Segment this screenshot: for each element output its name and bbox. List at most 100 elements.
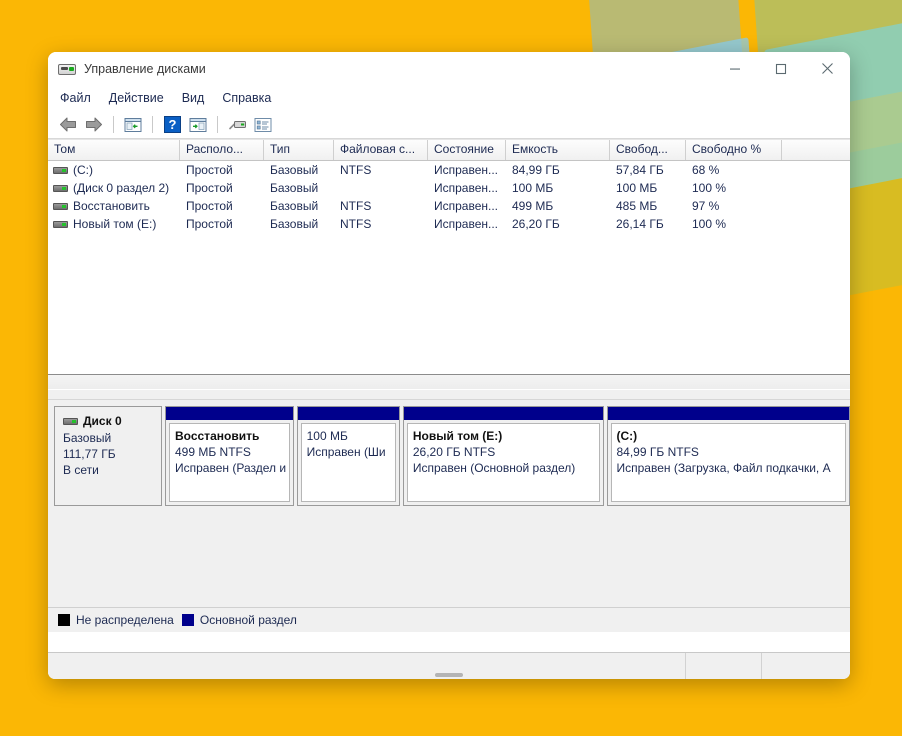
partition-c[interactable]: (C:) 84,99 ГБ NTFS Исправен (Загрузка, Ф… — [606, 406, 850, 506]
help-icon[interactable]: ? — [161, 114, 183, 135]
cell-status: Исправен... — [434, 199, 499, 213]
cell-status: Исправен... — [434, 163, 499, 177]
disk-icon — [63, 417, 78, 425]
legend-label-unallocated: Не распределена — [76, 613, 174, 627]
status-bar-pane-1 — [48, 653, 686, 679]
cell-volume-label: (C:) — [73, 163, 93, 177]
legend-swatch-primary-partition — [181, 614, 194, 626]
table-row[interactable]: Новый том (E:) Простой Базовый NTFS Испр… — [48, 215, 850, 233]
cell-capacity: 499 МБ — [512, 199, 554, 213]
disk-size: 111,77 ГБ — [63, 447, 116, 461]
window-title: Управление дисками — [84, 61, 206, 76]
table-row[interactable]: Восстановить Простой Базовый NTFS Исправ… — [48, 197, 850, 215]
volume-icon — [53, 202, 68, 210]
disk-type: Базовый — [63, 431, 112, 445]
column-header-layout[interactable]: Располо... — [180, 140, 264, 160]
menu-item-action[interactable]: Действие — [109, 91, 164, 105]
partition-size-fs: 26,20 ГБ NTFS — [412, 445, 496, 459]
minimize-button[interactable] — [712, 52, 758, 85]
cell-volume: (C:) — [48, 163, 180, 177]
cell-free-space: 57,84 ГБ — [616, 163, 664, 177]
show-hide-console-tree-icon[interactable] — [122, 114, 144, 135]
cell-capacity: 84,99 ГБ — [512, 163, 560, 177]
cell-volume-label: Восстановить — [73, 199, 150, 213]
partition-size-fs: 100 МБ — [306, 429, 348, 443]
cell-layout: Простой — [186, 217, 233, 231]
cell-free-percent: 100 % — [692, 217, 727, 231]
volume-list-horizontal-scrollbar[interactable] — [48, 374, 850, 389]
status-bar-pane-3 — [762, 653, 850, 679]
partition-color-bar — [403, 407, 603, 420]
menu-item-view[interactable]: Вид — [182, 91, 205, 105]
volume-icon — [53, 184, 68, 192]
disk-title: Диск 0 — [63, 414, 161, 428]
partition-status: Исправен (Загрузка, Файл подкачки, А — [616, 461, 831, 475]
window-controls — [712, 52, 850, 85]
column-header-volume[interactable]: Том — [48, 140, 180, 160]
column-header-capacity[interactable]: Емкость — [506, 140, 610, 160]
disk-title-label: Диск 0 — [83, 414, 122, 428]
show-hide-action-pane-icon[interactable] — [187, 114, 209, 135]
column-header-free-percent[interactable]: Свободно % — [686, 140, 782, 160]
partition-status: Исправен (Ши — [306, 445, 386, 459]
column-header-status[interactable]: Состояние — [428, 140, 506, 160]
cell-status: Исправен... — [434, 181, 499, 195]
partition-strip: Восстановить 499 МБ NTFS Исправен (Разде… — [165, 406, 850, 506]
volume-list-pane: Том Располо... Тип Файловая с... Состоян… — [48, 139, 850, 390]
cell-free-percent: 100 % — [692, 181, 727, 195]
column-header-type[interactable]: Тип — [264, 140, 334, 160]
cell-volume-label: (Диск 0 раздел 2) — [73, 181, 170, 195]
volume-icon — [53, 220, 68, 228]
cell-capacity: 26,20 ГБ — [512, 217, 560, 231]
status-bar-pane-2 — [686, 653, 762, 679]
partition-color-bar — [297, 407, 399, 420]
forward-arrow-icon[interactable] — [83, 114, 105, 135]
status-bar — [48, 652, 850, 679]
disk-row: Диск 0 Базовый 111,77 ГБ В сети Восстано… — [54, 406, 850, 506]
column-header-spacer[interactable] — [782, 140, 850, 160]
cell-status: Исправен... — [434, 217, 499, 231]
partition-new-volume-e[interactable]: Новый том (E:) 26,20 ГБ NTFS Исправен (О… — [402, 406, 604, 506]
disk-info-panel[interactable]: Диск 0 Базовый 111,77 ГБ В сети — [54, 406, 162, 506]
close-button[interactable] — [804, 52, 850, 85]
cell-volume: Новый том (E:) — [48, 217, 180, 231]
partition-recovery[interactable]: Восстановить 499 МБ NTFS Исправен (Разде… — [165, 406, 294, 506]
partition-body: (C:) 84,99 ГБ NTFS Исправен (Загрузка, Ф… — [610, 423, 846, 502]
cell-free-space: 26,14 ГБ — [616, 217, 664, 231]
disk-state: В сети — [63, 463, 99, 477]
partition-size-fs: 499 МБ NTFS — [175, 445, 251, 459]
partition-status: Исправен (Основной раздел) — [412, 461, 576, 475]
partition-label: Новый том (E:) — [412, 429, 503, 443]
back-arrow-icon[interactable] — [57, 114, 79, 135]
rescan-disks-icon[interactable] — [226, 114, 248, 135]
cell-free-space: 100 МБ — [616, 181, 658, 195]
graphical-view-pane: Диск 0 Базовый 111,77 ГБ В сети Восстано… — [48, 400, 850, 632]
cell-layout: Простой — [186, 181, 233, 195]
cell-type: Базовый — [270, 163, 319, 177]
title-bar[interactable]: Управление дисками — [48, 52, 850, 85]
maximize-button[interactable] — [758, 52, 804, 85]
resize-grip[interactable] — [435, 673, 463, 677]
column-header-free-space[interactable]: Свобод... — [610, 140, 686, 160]
table-row[interactable]: (Диск 0 раздел 2) Простой Базовый Исправ… — [48, 179, 850, 197]
partition-efi[interactable]: 100 МБ Исправен (Ши — [296, 406, 400, 506]
partition-color-bar — [607, 407, 849, 420]
cell-capacity: 100 МБ — [512, 181, 554, 195]
toolbar: ? — [48, 111, 850, 139]
legend-label-primary-partition: Основной раздел — [199, 613, 297, 627]
table-row[interactable]: (C:) Простой Базовый NTFS Исправен... 84… — [48, 161, 850, 179]
toolbar-separator-2 — [152, 116, 153, 133]
menu-item-help[interactable]: Справка — [222, 91, 271, 105]
menu-item-file[interactable]: Файл — [60, 91, 91, 105]
cell-free-percent: 97 % — [692, 199, 720, 213]
column-header-filesystem[interactable]: Файловая с... — [334, 140, 428, 160]
properties-icon[interactable] — [252, 114, 274, 135]
partition-body: 100 МБ Исправен (Ши — [300, 423, 396, 502]
toolbar-separator-3 — [217, 116, 218, 133]
cell-type: Базовый — [270, 181, 319, 195]
partition-label: Восстановить — [175, 429, 260, 443]
volume-list-body: (C:) Простой Базовый NTFS Исправен... 84… — [48, 161, 850, 233]
pane-splitter[interactable] — [48, 390, 850, 400]
menu-bar: Файл Действие Вид Справка — [48, 85, 850, 111]
cell-free-space: 485 МБ — [616, 199, 658, 213]
